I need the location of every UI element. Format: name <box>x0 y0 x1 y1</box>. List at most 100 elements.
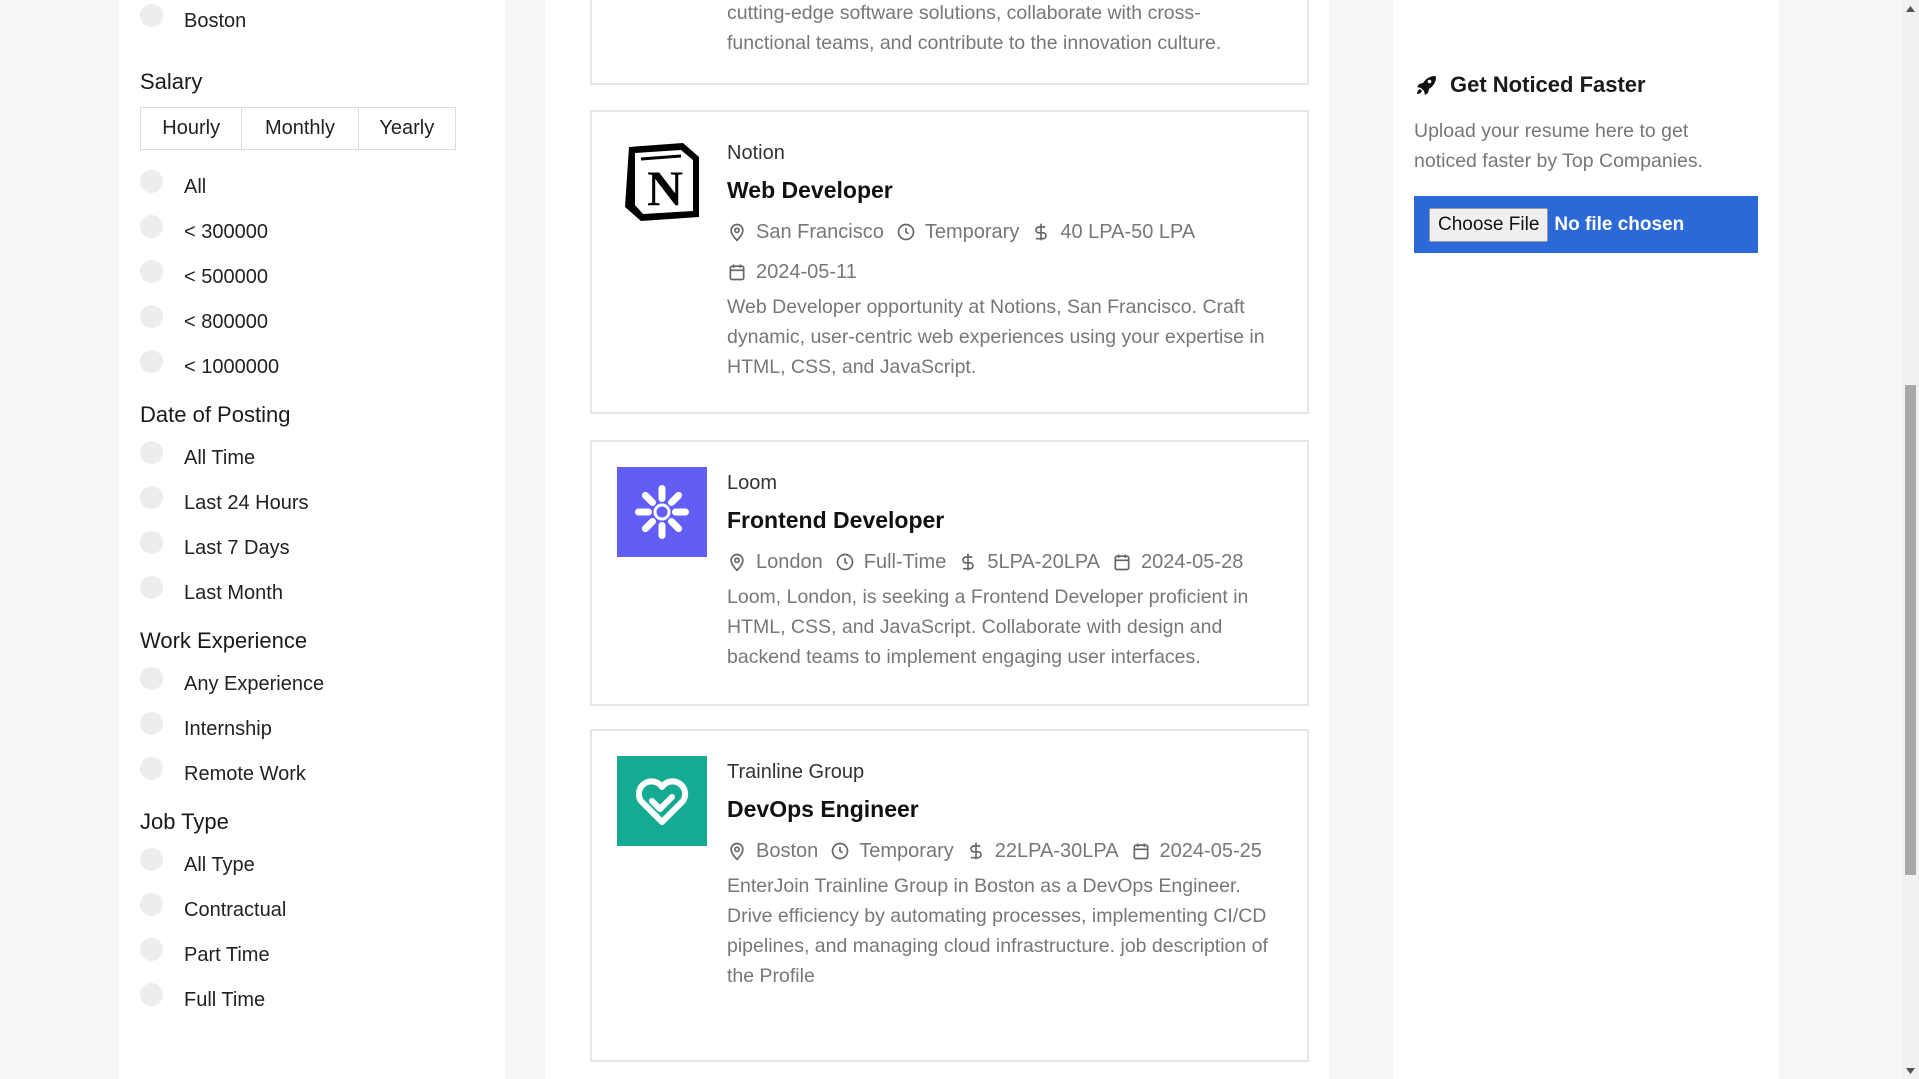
date-section-title: Date of Posting <box>140 402 291 427</box>
calendar-icon <box>1133 843 1149 860</box>
date-option-last-month[interactable]: Last Month <box>140 569 505 614</box>
get-noticed-text: Upload your resume here to get noticed f… <box>1414 120 1704 172</box>
job-type-text: Full-Time <box>863 550 947 573</box>
job-type: Full-Time <box>835 542 947 582</box>
radio-button[interactable] <box>140 531 163 554</box>
experience-option-remote[interactable]: Remote Work <box>140 750 505 795</box>
notion-logo: N <box>617 137 707 227</box>
radio-button[interactable] <box>140 757 163 780</box>
resume-upload-panel: Get Noticed Faster Upload your resume he… <box>1393 0 1779 1079</box>
radio-button[interactable] <box>140 441 163 464</box>
job-type-option-label: Part Time <box>184 944 270 966</box>
radio-button[interactable] <box>140 667 163 690</box>
job-description: EnterJoin Trainline Group in Boston as a… <box>727 875 1268 987</box>
salary-option-label: < 300000 <box>184 221 268 243</box>
experience-option-any[interactable]: Any Experience <box>140 660 505 705</box>
scroll-up-arrow[interactable] <box>1902 0 1919 17</box>
job-meta: San Francisco Temporary 40 LPA-50 LPA 20… <box>727 212 1283 292</box>
choose-file-button[interactable]: Choose File <box>1429 207 1549 242</box>
job-card[interactable]: cutting-edge software solutions, collabo… <box>590 0 1309 85</box>
experience-option-label: Remote Work <box>184 763 306 785</box>
radio-button[interactable] <box>140 350 163 373</box>
experience-option-label: Internship <box>184 718 272 740</box>
job-date: 2024-05-28 <box>1112 542 1243 582</box>
radio-button[interactable] <box>140 486 163 509</box>
filter-option-boston[interactable]: Boston <box>140 0 505 42</box>
job-type-option-all[interactable]: All Type <box>140 841 505 886</box>
scroll-down-arrow[interactable] <box>1902 1062 1919 1079</box>
job-location-text: Boston <box>756 839 819 862</box>
job-location-text: San Francisco <box>756 220 884 243</box>
job-description: cutting-edge software solutions, collabo… <box>727 2 1222 54</box>
resume-file-input[interactable]: Choose File No file chosen <box>1414 196 1758 253</box>
date-option-label: All Time <box>184 447 256 469</box>
experience-section-title: Work Experience <box>140 628 308 653</box>
salary-option-1000000[interactable]: < 1000000 <box>140 343 505 388</box>
notion-logo-letter: N <box>647 160 683 216</box>
radio-button[interactable] <box>140 215 163 238</box>
radio-button[interactable] <box>140 712 163 735</box>
salary-tab-monthly[interactable]: Monthly <box>242 108 359 149</box>
job-card[interactable]: Loom Frontend Developer London Full-Time… <box>590 440 1309 706</box>
salary-option-300000[interactable]: < 300000 <box>140 208 505 253</box>
job-location: London <box>727 542 823 582</box>
job-salary: 5LPA-20LPA <box>958 542 1100 582</box>
job-type-text: Temporary <box>859 839 954 862</box>
job-type-option-part-time[interactable]: Part Time <box>140 931 505 976</box>
radio-button[interactable] <box>140 983 163 1006</box>
loom-logo <box>617 467 707 557</box>
radio-button[interactable] <box>140 576 163 599</box>
job-type-option-label: Contractual <box>184 899 287 921</box>
job-meta: London Full-Time 5LPA-20LPA 2024-05-28 <box>727 542 1283 582</box>
job-card[interactable]: N Notion Web Developer San Francisco Tem… <box>590 110 1309 414</box>
job-type-option-contractual[interactable]: Contractual <box>140 886 505 931</box>
salary-tab-yearly[interactable]: Yearly <box>358 108 455 149</box>
salary-option-800000[interactable]: < 800000 <box>140 298 505 343</box>
date-option-last-24-hours[interactable]: Last 24 Hours <box>140 479 505 524</box>
job-title[interactable]: Web Developer <box>727 168 1283 212</box>
job-type-option-full-time[interactable]: Full Time <box>140 976 505 1021</box>
get-noticed-heading: Get Noticed Faster <box>1414 72 1646 98</box>
location-pin-icon <box>730 223 744 242</box>
radio-button[interactable] <box>140 893 163 916</box>
job-salary-text: 22LPA-30LPA <box>994 839 1119 862</box>
job-salary-text: 5LPA-20LPA <box>987 550 1101 573</box>
scroll-thumb[interactable] <box>1905 385 1916 875</box>
experience-option-internship[interactable]: Internship <box>140 705 505 750</box>
job-type: Temporary <box>830 831 954 871</box>
job-type-option-label: All Type <box>184 854 255 876</box>
job-meta: Boston Temporary 22LPA-30LPA 2024-05-25 <box>727 831 1283 871</box>
job-location: Boston <box>727 831 818 871</box>
dollar-icon <box>969 842 982 860</box>
salary-option-all[interactable]: All <box>140 163 505 208</box>
salary-option-500000[interactable]: < 500000 <box>140 253 505 298</box>
date-option-last-7-days[interactable]: Last 7 Days <box>140 524 505 569</box>
job-date-text: 2024-05-28 <box>1141 550 1244 573</box>
salary-section-title: Salary <box>140 69 203 94</box>
calendar-icon <box>729 264 745 281</box>
trainline-logo <box>617 756 707 846</box>
radio-button[interactable] <box>140 305 163 328</box>
dollar-icon <box>962 553 975 571</box>
radio-button[interactable] <box>140 4 163 27</box>
salary-period-toggle: Hourly Monthly Yearly <box>140 107 456 150</box>
salary-option-label: < 800000 <box>184 311 268 333</box>
page-scrollbar[interactable] <box>1902 0 1919 1079</box>
clock-icon <box>897 223 915 241</box>
job-title[interactable]: Frontend Developer <box>727 498 1283 542</box>
salary-tab-hourly[interactable]: Hourly <box>141 108 243 149</box>
job-type: Temporary <box>896 212 1019 252</box>
radio-button[interactable] <box>140 848 163 871</box>
job-date-text: 2024-05-25 <box>1159 839 1262 862</box>
job-card[interactable]: Trainline Group DevOps Engineer Boston T… <box>590 729 1309 1062</box>
job-description: Loom, London, is seeking a Frontend Deve… <box>727 586 1249 668</box>
job-date: 2024-05-25 <box>1131 831 1262 871</box>
radio-button[interactable] <box>140 938 163 961</box>
job-title[interactable]: DevOps Engineer <box>727 787 1283 831</box>
date-option-all-time[interactable]: All Time <box>140 434 505 479</box>
radio-button[interactable] <box>140 260 163 283</box>
clock-icon <box>836 553 854 571</box>
company-name: Notion <box>727 142 785 164</box>
radio-button[interactable] <box>140 170 163 193</box>
job-salary: 22LPA-30LPA <box>966 831 1119 871</box>
